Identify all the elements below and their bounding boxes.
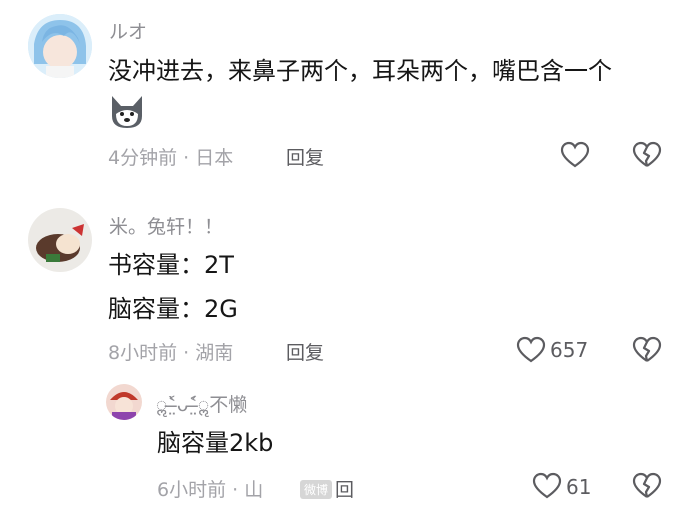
- like-count: 61: [566, 475, 592, 499]
- comment-text-line: 书容量：2T: [108, 251, 234, 279]
- comment-text: 脑容量2kb: [157, 429, 274, 457]
- watermark: 微博: [300, 480, 333, 499]
- heart-icon[interactable]: [516, 336, 546, 364]
- dislike-icon[interactable]: [632, 141, 662, 169]
- comment-time-location: 4分钟前 · 日本: [108, 147, 234, 169]
- avatar[interactable]: [106, 384, 142, 420]
- comment-username[interactable]: ॢ˂̶̤̀ᴗ˂̶̤́ॢ不懒: [156, 390, 247, 417]
- comment-time-location: 8小时前 · 湖南: [108, 342, 234, 364]
- comment-username[interactable]: 米。兔轩！！: [109, 212, 223, 239]
- reply-button[interactable]: 回复: [286, 338, 324, 365]
- comment-text: 没冲进去，来鼻子两个，耳朵两个，嘴巴含一个: [108, 57, 612, 85]
- reply-button[interactable]: 回复: [286, 143, 324, 170]
- dog-emoji-icon: [107, 94, 147, 134]
- comment-text-line: 脑容量：2G: [108, 295, 238, 323]
- comment-time-location: 6小时前 · 山: [157, 479, 264, 501]
- avatar[interactable]: [28, 14, 92, 78]
- heart-icon[interactable]: [560, 141, 590, 169]
- comment-username[interactable]: ルオ: [109, 17, 147, 44]
- reply-button[interactable]: 回: [335, 475, 354, 502]
- like-count: 657: [550, 338, 589, 362]
- dislike-icon[interactable]: [632, 472, 662, 500]
- avatar[interactable]: [28, 208, 92, 272]
- dislike-icon[interactable]: [632, 336, 662, 364]
- heart-icon[interactable]: [532, 472, 562, 500]
